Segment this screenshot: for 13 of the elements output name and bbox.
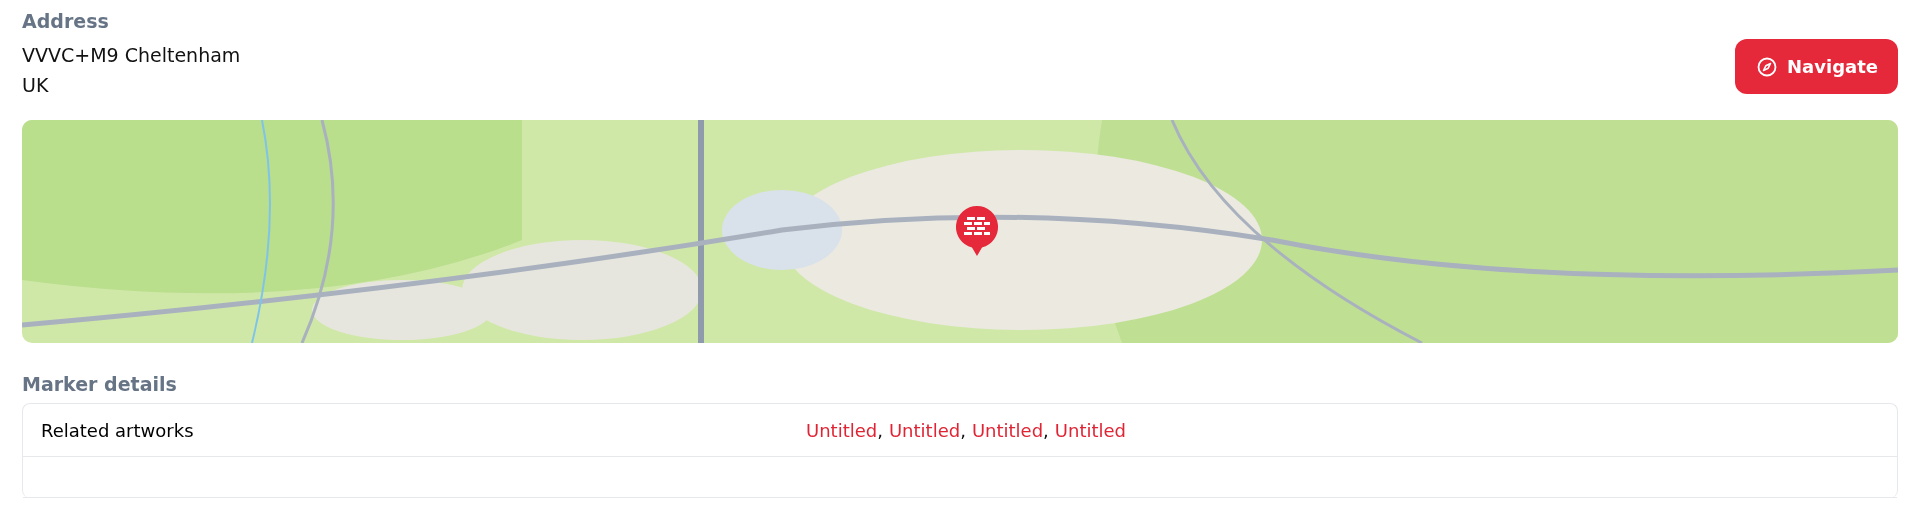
address-line: VVVC+M9 Cheltenham [22,43,241,68]
row-label: Related artworks [41,419,195,441]
separator: , [1043,419,1049,441]
separator: , [877,419,883,441]
artwork-link[interactable]: Untitled [888,419,961,441]
artwork-link[interactable]: Untitled [806,419,878,441]
artwork-link[interactable]: Untitled [971,419,1044,441]
navigate-button[interactable]: Navigate [1735,39,1898,94]
separator: , [960,419,966,441]
artwork-link[interactable]: Untitled [1054,419,1126,441]
section-label: Marker details [22,373,178,395]
section-label: Address [22,10,110,32]
address-line: UK [22,73,50,98]
